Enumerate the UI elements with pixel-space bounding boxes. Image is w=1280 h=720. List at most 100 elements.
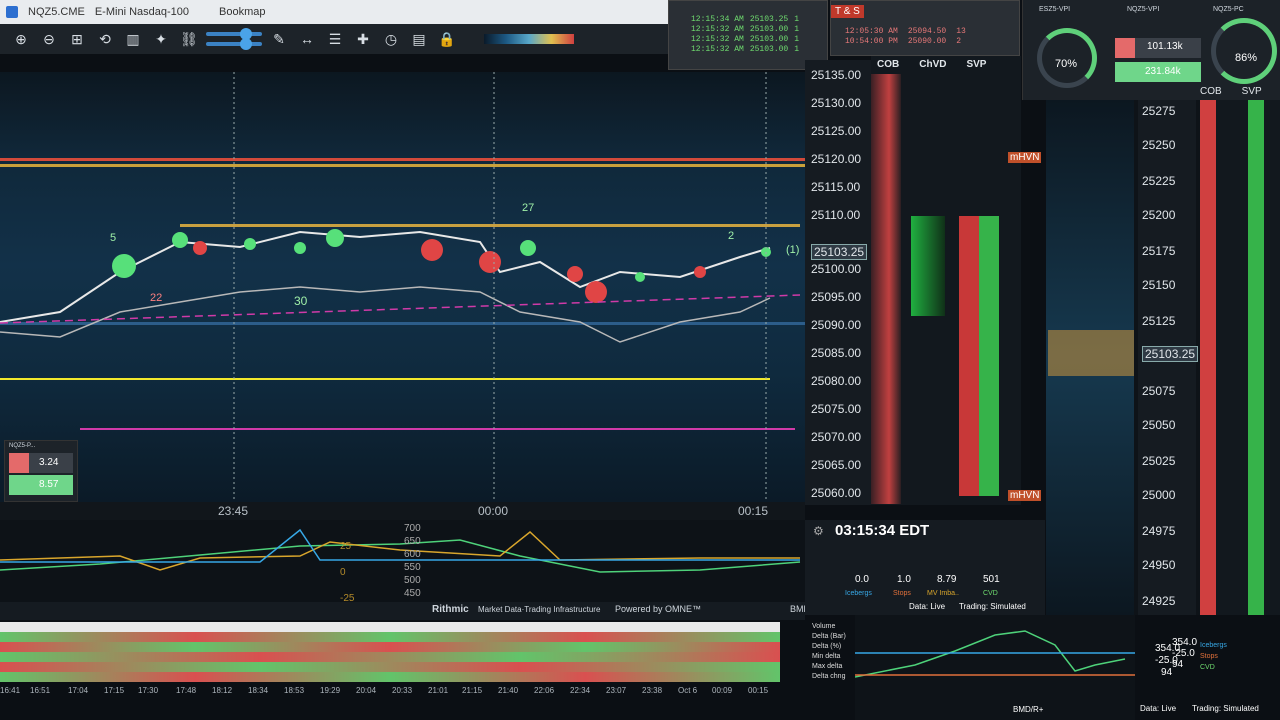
ts2-sizes: 13 2 <box>956 27 966 46</box>
zoom-in-icon[interactable]: ⊕ <box>10 28 32 50</box>
price-label: 25135.00 <box>811 68 862 82</box>
secondary-chart[interactable]: 25275 25250 25225 25200 25175 25150 2512… <box>1046 100 1280 615</box>
price-label: 25100.00 <box>811 262 862 276</box>
time-axis: 23:45 00:00 00:15 <box>0 502 805 520</box>
ts2-times: 12:05:30 AM 10:54:00 PM <box>845 27 898 46</box>
annotation-label: 27 <box>522 202 535 214</box>
price-label: 25060.00 <box>811 486 862 500</box>
price-label: 25065.00 <box>811 458 862 472</box>
panel2-data-status: Data: Live <box>1140 704 1177 713</box>
delta-table <box>0 622 780 684</box>
heatmap-color-scale[interactable] <box>484 34 574 44</box>
price-label: 25075.00 <box>811 402 862 416</box>
current-price-tag: 25103.25 <box>811 244 868 260</box>
lock-icon[interactable]: 🔒 <box>436 28 458 50</box>
indicators-icon[interactable]: ▥ <box>122 28 144 50</box>
ts2-prices: 25094.50 25090.00 <box>907 27 947 46</box>
chat-icon[interactable]: ☰ <box>324 28 346 50</box>
col-header-cob[interactable]: COB <box>877 59 899 70</box>
powered-by: Powered by OMNE™ <box>615 604 702 614</box>
clock-trading: Trading: Simulated <box>959 602 1026 611</box>
mini-sell: 3.24 <box>39 457 59 468</box>
clock-lbl-cvd: CVD <box>983 590 998 597</box>
annotation-label: 5 <box>110 232 117 244</box>
clock-icon[interactable]: ◷ <box>380 28 402 50</box>
clock-lbl-stops: Stops <box>893 590 911 597</box>
notes-icon[interactable]: ▤ <box>408 28 430 50</box>
secondary-hotspot <box>1048 330 1134 376</box>
zoom-out-icon[interactable]: ⊖ <box>38 28 60 50</box>
window-app: Bookmap <box>219 6 266 18</box>
price-label: 25120.00 <box>811 152 862 166</box>
gauge-left-symbol: ESZ5-VPI <box>1039 6 1071 13</box>
share-icon[interactable]: ⟲ <box>94 28 116 50</box>
price-label: 25115.00 <box>811 180 861 194</box>
lower-indicator-pane: 700 650 600 550 500 450 25 0 -25 <box>0 520 805 604</box>
rithmic-tag: Market Data·Trading Infrastructure <box>478 605 601 614</box>
clock-panel: ⚙ 03:15:34 EDT 0.0 1.0 8.79 501 Icebergs… <box>805 520 1045 615</box>
chvd-profile <box>911 216 945 316</box>
hvn-label-2: mHVN <box>1008 490 1042 501</box>
gear-icon[interactable]: ⚙ <box>813 524 824 538</box>
sliders <box>206 28 262 50</box>
gauge-right-symbol: NQZ5-PC <box>1213 6 1244 13</box>
right-col-header-svp[interactable]: SVP <box>1242 86 1262 97</box>
crosshair-icon[interactable]: ✚ <box>352 28 374 50</box>
right-col-header-cob[interactable]: COB <box>1200 86 1222 97</box>
price-label: 25085.00 <box>811 346 862 360</box>
price-label: 25125.00 <box>811 124 862 138</box>
window-instrument: E-Mini Nasdaq-100 <box>94 6 189 18</box>
clock-stops: 1.0 <box>897 574 911 585</box>
panel2-v3: 94 <box>1161 667 1173 678</box>
bookmap-logo-icon <box>6 6 18 18</box>
main-toolbar: ⊕ ⊖ ⊞ ⟲ ▥ ✦ ⛓ ✎ ↔ ☰ ✚ ◷ ▤ 🔒 <box>0 24 668 54</box>
zoom-fit-icon[interactable]: ⊞ <box>66 28 88 50</box>
time-label: 00:00 <box>478 504 509 518</box>
ts-times: 12:15:34 AM 12:15:32 AM 12:15:32 AM 12:15:3… <box>691 15 744 54</box>
secondary-indicator-panel: 354.0 -25.0 94 BMD/R+ <box>854 615 1180 720</box>
ts-prices: 25103.25 25103.00 25103.00 25103.00 <box>749 15 789 54</box>
gauge-right-ring <box>1211 18 1277 84</box>
clock-mv: 8.79 <box>937 574 957 585</box>
secondary-price-axis: 25275 25250 25225 25200 25175 25150 2512… <box>1138 100 1199 615</box>
lower-axis-left: 25 0 -25 <box>340 541 355 604</box>
col-header-chvd[interactable]: ChVD <box>919 59 946 70</box>
annotation-label: (1) <box>786 244 800 256</box>
price-axis: 25135.00 25130.00 25125.00 25120.00 2511… <box>805 60 871 505</box>
measure-icon[interactable]: ↔ <box>296 28 318 50</box>
heatmap-chart[interactable]: 5 22 30 27 2 (1) <box>0 72 805 502</box>
volume-slider[interactable] <box>206 38 262 50</box>
annotation-label: 22 <box>150 292 163 304</box>
clock-cvd: 501 <box>983 574 1000 585</box>
mini-buy: 8.57 <box>39 479 59 490</box>
secondary-cvd-line <box>854 630 1135 678</box>
gauge-panel: ESZ5-VPI 70% NQZ5-VPI 101.13k 231.84k NQ… <box>1022 0 1280 100</box>
right-column-headers: COB SVP <box>1200 86 1262 97</box>
time-and-sales-window-2: T & S 12:05:30 AM 10:54:00 PM 25094.50 250… <box>830 0 1020 56</box>
status-bar: Rithmic Market Data·Trading Infrastructu… <box>0 602 824 620</box>
window-symbol: NQZ5.CME <box>28 6 85 18</box>
pencil-icon[interactable]: ✎ <box>268 28 290 50</box>
contrast-slider[interactable] <box>206 28 262 40</box>
gauge-left-value: 70% <box>1055 58 1078 70</box>
panel2-values: 354.0 -25.0 94 <box>1172 637 1198 670</box>
rithmic-brand: Rithmic <box>432 604 469 615</box>
delta-table-labels: Volume Delta (Bar) Delta (%) Min delta Max d… <box>812 623 846 680</box>
mini-vpi-widget: NQZ5-P... 3.24 8.57 <box>4 440 78 502</box>
settings-icon[interactable]: ✦ <box>150 28 172 50</box>
secondary-profiles <box>1200 100 1280 615</box>
clock-lbl-mv: MV Imba.. <box>927 590 959 597</box>
lower-axis-right: 700 650 600 550 500 450 <box>404 523 421 599</box>
col-header-svp[interactable]: SVP <box>966 59 986 70</box>
price-label: 25080.00 <box>811 374 862 388</box>
price-label: 25090.00 <box>811 318 862 332</box>
price-trace <box>0 72 801 502</box>
mini-symbol: NQZ5-P... <box>9 443 36 449</box>
gauge-mid-sell: 101.13k <box>1147 41 1183 52</box>
price-label: 25070.00 <box>811 430 862 444</box>
panel2-feed: BMD/R+ <box>1013 705 1044 714</box>
link-icon[interactable]: ⛓ <box>178 28 200 50</box>
annotation-label: 2 <box>728 230 735 242</box>
window-title-bar: NQZ5.CME E-Mini Nasdaq-100 Bookmap <box>0 0 668 24</box>
gauge-mid-symbol: NQZ5-VPI <box>1127 6 1160 13</box>
